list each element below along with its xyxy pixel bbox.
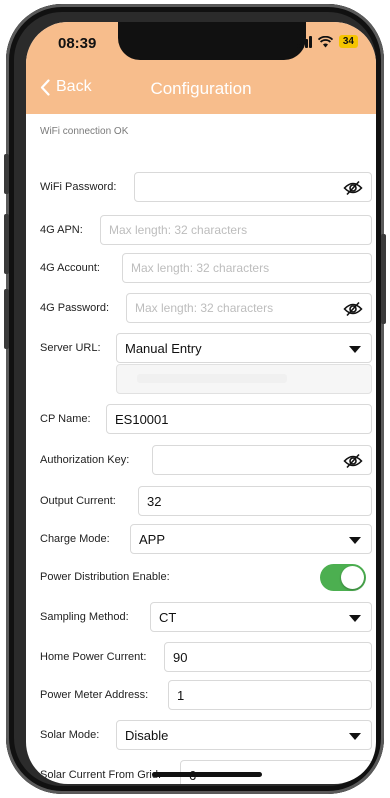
solar-mode-label: Solar Mode: — [40, 729, 100, 741]
password4g-input[interactable]: Max length: 32 characters — [126, 293, 372, 323]
apn-row: 4G APN: Max length: 32 characters — [26, 215, 376, 245]
power-distribution-label: Power Distribution Enable: — [40, 571, 170, 583]
power-distribution-toggle[interactable] — [320, 564, 366, 591]
home-power-current-input[interactable]: 90 — [164, 642, 372, 672]
sampling-method-value: CT — [159, 609, 177, 625]
solar-mode-value: Disable — [125, 727, 169, 743]
apn-placeholder: Max length: 32 characters — [109, 223, 248, 237]
power-button — [381, 234, 386, 324]
account-row: 4G Account: Max length: 32 characters — [26, 253, 376, 283]
auth-key-input[interactable] — [152, 445, 372, 475]
server-url-label: Server URL: — [40, 342, 101, 354]
wifi-icon — [317, 35, 333, 47]
dropdown-caret-icon — [349, 615, 361, 622]
sampling-method-row: Sampling Method: CT — [26, 602, 376, 632]
power-meter-address-row: Power Meter Address: 1 — [26, 680, 376, 710]
sampling-method-select[interactable]: CT — [150, 602, 372, 632]
cp-name-row: CP Name: ES10001 — [26, 404, 376, 434]
battery-icon: 34 — [338, 35, 358, 48]
wifi-password-input[interactable] — [134, 172, 372, 202]
volume-down-button — [4, 289, 9, 349]
dropdown-caret-icon — [349, 733, 361, 740]
page-title: Configuration — [150, 79, 252, 98]
cp-name-label: CP Name: — [40, 413, 91, 425]
notch — [118, 22, 306, 60]
volume-up-button — [4, 214, 9, 274]
account-placeholder: Max length: 32 characters — [131, 261, 270, 275]
silent-switch — [4, 154, 9, 194]
cellular-signal-icon — [296, 35, 312, 48]
nav-bar: Back Configuration — [26, 64, 376, 114]
output-current-row: Output Current: 32 — [26, 486, 376, 516]
dropdown-caret-icon — [349, 346, 361, 353]
charge-mode-select[interactable]: APP — [130, 524, 372, 554]
home-power-current-value: 90 — [173, 649, 188, 665]
apn-input[interactable]: Max length: 32 characters — [100, 215, 372, 245]
charge-mode-label: Charge Mode: — [40, 533, 110, 545]
password4g-label: 4G Password: — [40, 302, 110, 314]
solar-mode-row: Solar Mode: Disable — [26, 720, 376, 750]
server-url-custom-input[interactable] — [116, 364, 372, 394]
home-power-current-row: Home Power Current: 90 — [26, 642, 376, 672]
solar-current-label: Solar Current From Grid: — [40, 769, 162, 781]
output-current-value: 32 — [147, 493, 162, 509]
wifi-password-row: WiFi Password: — [26, 172, 376, 202]
wifi-status-text: WiFi connection OK — [40, 126, 129, 137]
charge-mode-value: APP — [139, 531, 166, 547]
eye-slash-icon[interactable] — [343, 301, 363, 317]
account-input[interactable]: Max length: 32 characters — [122, 253, 372, 283]
sampling-method-label: Sampling Method: — [40, 611, 129, 623]
dropdown-caret-icon — [349, 537, 361, 544]
eye-slash-icon[interactable] — [343, 453, 363, 469]
output-current-label: Output Current: — [40, 495, 116, 507]
home-power-current-label: Home Power Current: — [40, 651, 147, 663]
phone-frame: 08:39 34 Back Configuration WiFi connect… — [4, 4, 386, 794]
server-url-select[interactable]: Manual Entry — [116, 333, 372, 363]
password4g-row: 4G Password: Max length: 32 characters — [26, 293, 376, 323]
config-form: WiFi connection OK WiFi Password: 4G APN… — [26, 114, 376, 784]
eye-slash-icon[interactable] — [343, 180, 363, 196]
cp-name-input[interactable]: ES10001 — [106, 404, 372, 434]
status-time: 08:39 — [58, 35, 97, 52]
auth-key-row: Authorization Key: — [26, 445, 376, 475]
charge-mode-row: Charge Mode: APP — [26, 524, 376, 554]
wifi-password-label: WiFi Password: — [40, 181, 117, 193]
status-icons: 34 — [296, 35, 358, 48]
account-label: 4G Account: — [40, 262, 100, 274]
power-meter-address-value: 1 — [177, 687, 185, 703]
status-bar: 08:39 34 — [26, 22, 376, 64]
server-url-row: Server URL: Manual Entry — [26, 333, 376, 363]
solar-mode-select[interactable]: Disable — [116, 720, 372, 750]
power-meter-address-input[interactable]: 1 — [168, 680, 372, 710]
power-meter-address-label: Power Meter Address: — [40, 689, 149, 701]
output-current-input[interactable]: 32 — [138, 486, 372, 516]
password4g-placeholder: Max length: 32 characters — [135, 301, 274, 315]
screen: 08:39 34 Back Configuration WiFi connect… — [26, 22, 376, 784]
home-indicator[interactable] — [152, 772, 262, 777]
cp-name-value: ES10001 — [115, 411, 169, 427]
server-url-value: Manual Entry — [125, 340, 202, 356]
power-distribution-row: Power Distribution Enable: — [26, 562, 376, 592]
apn-label: 4G APN: — [40, 224, 83, 236]
auth-key-label: Authorization Key: — [40, 454, 130, 466]
